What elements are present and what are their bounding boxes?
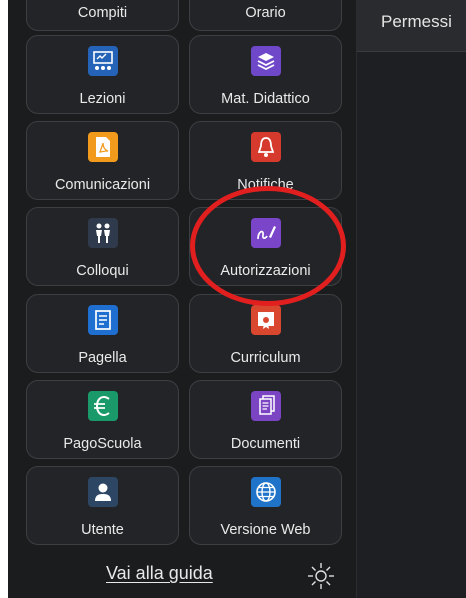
lessons-icon (87, 46, 118, 76)
tile-lezioni-label: Lezioni (79, 91, 126, 107)
tile-autorizzazioni-label: Autorizzazioni (220, 263, 311, 279)
tile-colloqui[interactable]: Colloqui (26, 207, 179, 286)
tile-pagoscuola-label: PagoScuola (63, 436, 142, 452)
tile-orario[interactable]: Orario (189, 0, 342, 31)
tile-colloqui-label: Colloqui (76, 263, 129, 279)
tile-compiti-label: Compiti (77, 5, 128, 21)
tile-mat-didattico-label: Mat. Didattico (221, 91, 310, 107)
report-card-icon (87, 305, 118, 335)
globe-icon (250, 477, 281, 507)
guide-link[interactable]: Vai alla guida (106, 563, 213, 584)
menu-panel: Compiti Orario Lezioni Mat. Didattico Co… (8, 0, 356, 598)
bell-icon (250, 132, 281, 162)
tile-pagoscuola[interactable]: PagoScuola (26, 380, 179, 459)
certificate-icon (250, 305, 281, 335)
tile-versione-web[interactable]: Versione Web (189, 466, 342, 545)
content-header: Permessi (357, 0, 466, 52)
tile-curriculum[interactable]: Curriculum (189, 294, 342, 373)
signature-icon (250, 218, 281, 248)
tile-pagella[interactable]: Pagella (26, 294, 179, 373)
books-icon (250, 46, 281, 76)
content-title: Permessi (381, 12, 452, 31)
tile-notifiche-label: Notifiche (237, 177, 294, 193)
content-panel: Permessi (357, 0, 466, 598)
app-screen: Compiti Orario Lezioni Mat. Didattico Co… (8, 0, 466, 598)
tile-notifiche[interactable]: Notifiche (189, 121, 342, 200)
tile-curriculum-label: Curriculum (230, 350, 301, 366)
tile-mat-didattico[interactable]: Mat. Didattico (189, 35, 342, 114)
tile-pagella-label: Pagella (78, 350, 127, 366)
tile-orario-label: Orario (245, 5, 286, 21)
tile-comunicazioni[interactable]: Comunicazioni (26, 121, 179, 200)
tile-versione-web-label: Versione Web (220, 522, 311, 538)
tile-comunicazioni-label: Comunicazioni (54, 177, 151, 193)
pdf-icon (87, 132, 118, 162)
tile-autorizzazioni[interactable]: Autorizzazioni (189, 207, 342, 286)
tile-lezioni[interactable]: Lezioni (26, 35, 179, 114)
meeting-icon (87, 218, 118, 248)
tile-utente[interactable]: Utente (26, 466, 179, 545)
euro-icon (87, 391, 118, 421)
tile-documenti-label: Documenti (230, 436, 301, 452)
tile-utente-label: Utente (81, 522, 124, 538)
tile-documenti[interactable]: Documenti (189, 380, 342, 459)
tile-compiti[interactable]: Compiti (26, 0, 179, 31)
documents-icon (250, 391, 281, 421)
sun-icon[interactable] (306, 561, 336, 591)
user-icon (87, 477, 118, 507)
